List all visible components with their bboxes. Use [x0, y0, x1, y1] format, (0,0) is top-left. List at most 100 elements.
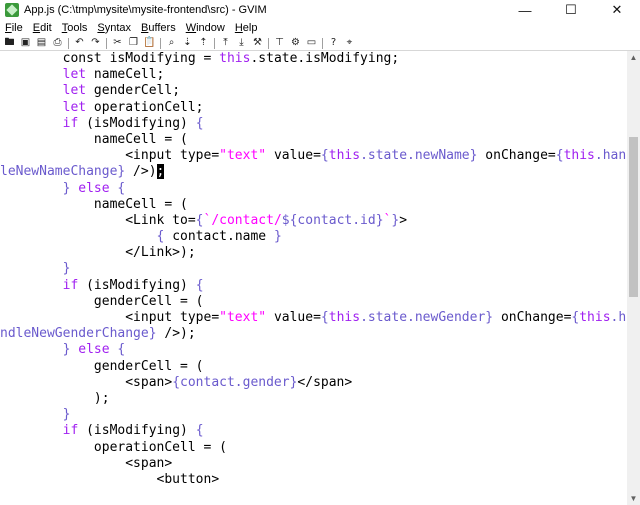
code-token: .hand — [594, 148, 627, 164]
code-token: <input type= — [0, 148, 220, 164]
menu-tools[interactable]: Tools — [57, 22, 93, 34]
code-token: } — [62, 261, 71, 277]
code-token: { — [195, 423, 204, 439]
minimize-button[interactable]: — — [502, 0, 548, 20]
help-icon[interactable]: ? — [327, 37, 340, 49]
redo-icon[interactable]: ↷ — [89, 37, 102, 49]
menu-edit[interactable]: Edit — [28, 22, 57, 34]
code-line[interactable]: <input type="text" value={this.state.new… — [0, 310, 627, 326]
code-text: const isModifying = this.state.isModifyi… — [0, 51, 627, 488]
scrollbar-thumb[interactable] — [629, 137, 638, 297]
paste-icon[interactable]: 📋 — [143, 37, 156, 49]
code-token: { — [320, 310, 329, 325]
code-token: onChange= — [493, 310, 572, 325]
code-line[interactable]: <Link to={`/contact/${contact.id}`}> — [0, 213, 627, 229]
code-token: nameCell = ( — [0, 196, 188, 212]
find-help-icon[interactable]: ⌖ — [343, 37, 356, 49]
make-icon[interactable]: ⊤ — [273, 37, 286, 49]
code-line[interactable]: let nameCell; — [0, 67, 627, 83]
save-session-icon[interactable]: ⤓ — [235, 37, 248, 49]
code-line[interactable]: const isModifying = this.state.isModifyi… — [0, 51, 627, 67]
menu-file[interactable]: File — [0, 22, 28, 34]
gvim-app-icon[interactable] — [5, 3, 19, 17]
code-token: this — [219, 51, 251, 66]
code-token: > — [399, 212, 408, 228]
code-token: { — [320, 148, 329, 164]
print-icon[interactable]: ⎙ — [51, 37, 64, 49]
code-line[interactable]: if (isModifying) { — [0, 278, 627, 294]
code-line[interactable]: <span> — [0, 456, 627, 472]
save-all-icon[interactable]: ▤ — [35, 37, 48, 49]
code-token: />) — [125, 164, 157, 180]
code-token: <span> — [0, 374, 173, 390]
code-line[interactable]: } — [0, 261, 627, 277]
code-line[interactable]: <span>{contact.gender}</span> — [0, 375, 627, 391]
title-bar: App.js (C:\tmp\mysite\mysite-frontend\sr… — [0, 0, 640, 20]
open-icon[interactable]: 🖿 — [3, 37, 16, 49]
find-prev-icon[interactable]: ⇡ — [197, 37, 210, 49]
code-line[interactable]: <button> — [0, 472, 627, 488]
editor-area[interactable]: const isModifying = this.state.isModifyi… — [0, 51, 627, 505]
toolbar-separator — [106, 37, 107, 49]
code-line[interactable]: nameCell = ( — [0, 132, 627, 148]
code-line[interactable]: ); — [0, 391, 627, 407]
code-token: .ha — [610, 310, 627, 325]
scroll-down-arrow-icon[interactable]: ▼ — [627, 492, 640, 505]
menu-window[interactable]: Window — [181, 22, 230, 34]
code-token: if — [62, 277, 79, 293]
maximize-button[interactable]: ☐ — [548, 0, 594, 20]
code-line[interactable]: leNewNameChange} />); — [0, 164, 627, 180]
code-token: leNewNameChange} — [0, 164, 126, 180]
code-line[interactable]: let operationCell; — [0, 100, 627, 116]
toolbar-separator — [214, 37, 215, 49]
menu-help[interactable]: Help — [230, 22, 263, 34]
menu-syntax[interactable]: Syntax — [92, 22, 136, 34]
code-token: genderCell = ( — [0, 358, 204, 374]
code-token: this — [563, 148, 595, 164]
vertical-scrollbar[interactable]: ▲ ▼ — [627, 51, 640, 505]
run-script-icon[interactable]: ⚒ — [251, 37, 264, 49]
code-token: this — [328, 310, 361, 325]
code-token: ); — [0, 390, 110, 406]
undo-icon[interactable]: ↶ — [73, 37, 86, 49]
code-line[interactable]: if (isModifying) { — [0, 423, 627, 439]
code-token: operationCell; — [86, 99, 204, 115]
code-line[interactable]: <input type="text" value={this.state.new… — [0, 148, 627, 164]
code-line[interactable]: let genderCell; — [0, 83, 627, 99]
code-line[interactable]: </Link>); — [0, 245, 627, 261]
code-line[interactable]: nameCell = ( — [0, 197, 627, 213]
find-next-icon[interactable]: ⇣ — [181, 37, 194, 49]
code-token: <Link to= — [0, 212, 196, 228]
load-session-icon[interactable]: ⤒ — [219, 37, 232, 49]
code-line[interactable]: } else { — [0, 181, 627, 197]
code-line[interactable]: ndleNewGenderChange} />); — [0, 326, 627, 342]
code-line[interactable]: } — [0, 407, 627, 423]
code-token: operationCell = ( — [0, 439, 227, 455]
code-line[interactable]: genderCell = ( — [0, 359, 627, 375]
code-line[interactable]: { contact.name } — [0, 229, 627, 245]
code-token: if — [62, 115, 79, 131]
shell-icon[interactable]: ⚙ — [289, 37, 302, 49]
ctags-icon[interactable]: ▭ — [305, 37, 318, 49]
code-line[interactable]: if (isModifying) { — [0, 116, 627, 132]
code-line[interactable]: genderCell = ( — [0, 294, 627, 310]
code-token: <input type= — [0, 310, 220, 325]
close-button[interactable]: ✕ — [594, 0, 640, 20]
code-token: value= — [266, 148, 321, 164]
save-icon[interactable]: ▣ — [19, 37, 32, 49]
find-replace-icon[interactable]: ⌕ — [165, 37, 178, 49]
scroll-up-arrow-icon[interactable]: ▲ — [627, 51, 640, 64]
code-line[interactable]: } else { — [0, 342, 627, 358]
code-token: let — [62, 99, 87, 115]
window-title: App.js (C:\tmp\mysite\mysite-frontend\sr… — [24, 4, 267, 16]
menu-buffers[interactable]: Buffers — [136, 22, 181, 34]
copy-icon[interactable]: ❐ — [127, 37, 140, 49]
code-line[interactable]: operationCell = ( — [0, 440, 627, 456]
toolbar-separator — [160, 37, 161, 49]
cut-icon[interactable]: ✂ — [111, 37, 124, 49]
